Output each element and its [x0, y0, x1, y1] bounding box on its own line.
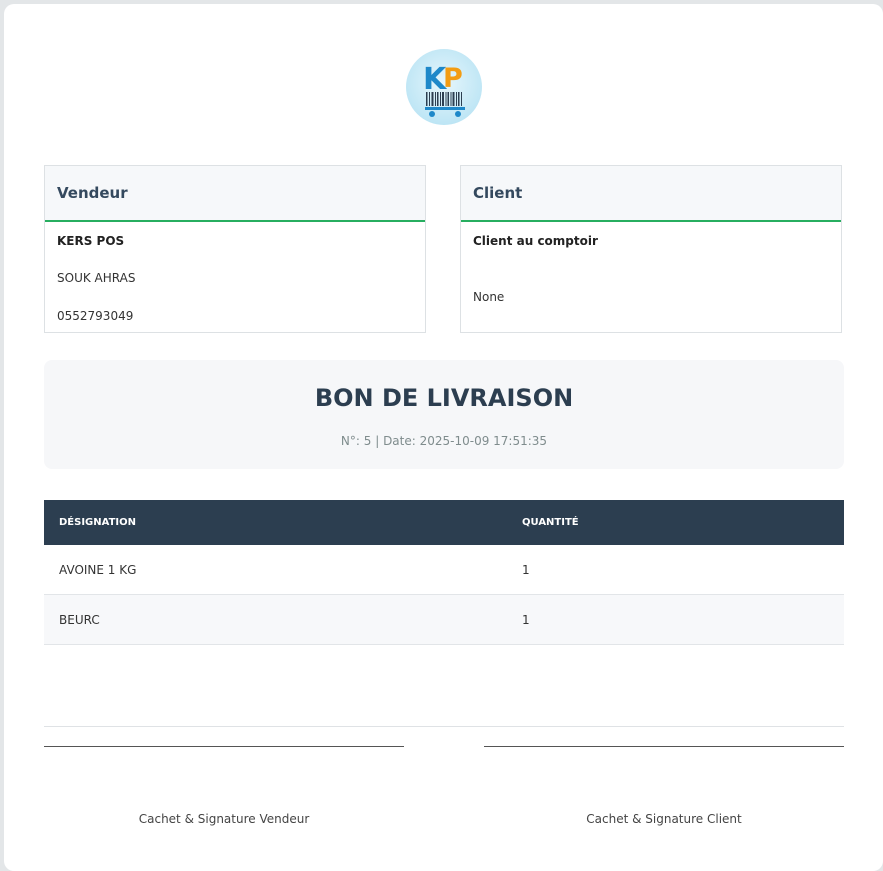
meta-separator: |	[371, 434, 384, 448]
document-meta: N°: 5 | Date: 2025-10-09 17:51:35	[44, 434, 844, 448]
client-card: Client Client au comptoir None	[460, 165, 842, 333]
seller-signature-label: Cachet & Signature Vendeur	[138, 812, 310, 826]
client-heading: Client	[461, 166, 841, 222]
svg-text:P: P	[443, 63, 463, 94]
client-signature-label: Cachet & Signature Client	[586, 812, 742, 826]
cell-quantity: 1	[507, 594, 844, 645]
seller-heading: Vendeur	[45, 166, 425, 222]
document-date: Date: 2025-10-09 17:51:35	[383, 434, 548, 448]
document-title: BON DE LIVRAISON	[314, 384, 574, 412]
barcode-cart-logo-icon: K P	[423, 62, 465, 117]
seller-name: KERS POS	[57, 234, 125, 248]
seller-city: SOUK AHRAS	[57, 271, 136, 285]
table-header-row: DÉSIGNATION QUANTITÉ	[44, 500, 844, 545]
footer-divider	[44, 726, 844, 727]
delivery-note-page: K P Vendeur KERS POS SOUK AHRAS 05527930…	[4, 4, 883, 871]
client-signature-line	[484, 746, 844, 747]
document-header: BON DE LIVRAISON N°: 5 | Date: 2025-10-0…	[44, 360, 844, 469]
seller-phone: 0552793049	[57, 309, 134, 323]
column-header-quantity: QUANTITÉ	[507, 500, 844, 545]
seller-signature-line	[44, 746, 404, 747]
seller-card: Vendeur KERS POS SOUK AHRAS 0552793049	[44, 165, 426, 333]
table-row: AVOINE 1 KG 1	[44, 545, 844, 595]
client-info: None	[473, 290, 505, 304]
cell-designation: AVOINE 1 KG	[44, 545, 507, 595]
cell-quantity: 1	[507, 545, 844, 595]
document-number: N°: 5	[340, 434, 372, 448]
cell-designation: BEURC	[44, 594, 507, 645]
client-name: Client au comptoir	[473, 234, 598, 248]
company-logo: K P	[406, 49, 482, 125]
column-header-designation: DÉSIGNATION	[44, 500, 507, 545]
table-row: BEURC 1	[44, 594, 844, 645]
items-table: DÉSIGNATION QUANTITÉ AVOINE 1 KG 1 BEURC…	[44, 500, 844, 645]
